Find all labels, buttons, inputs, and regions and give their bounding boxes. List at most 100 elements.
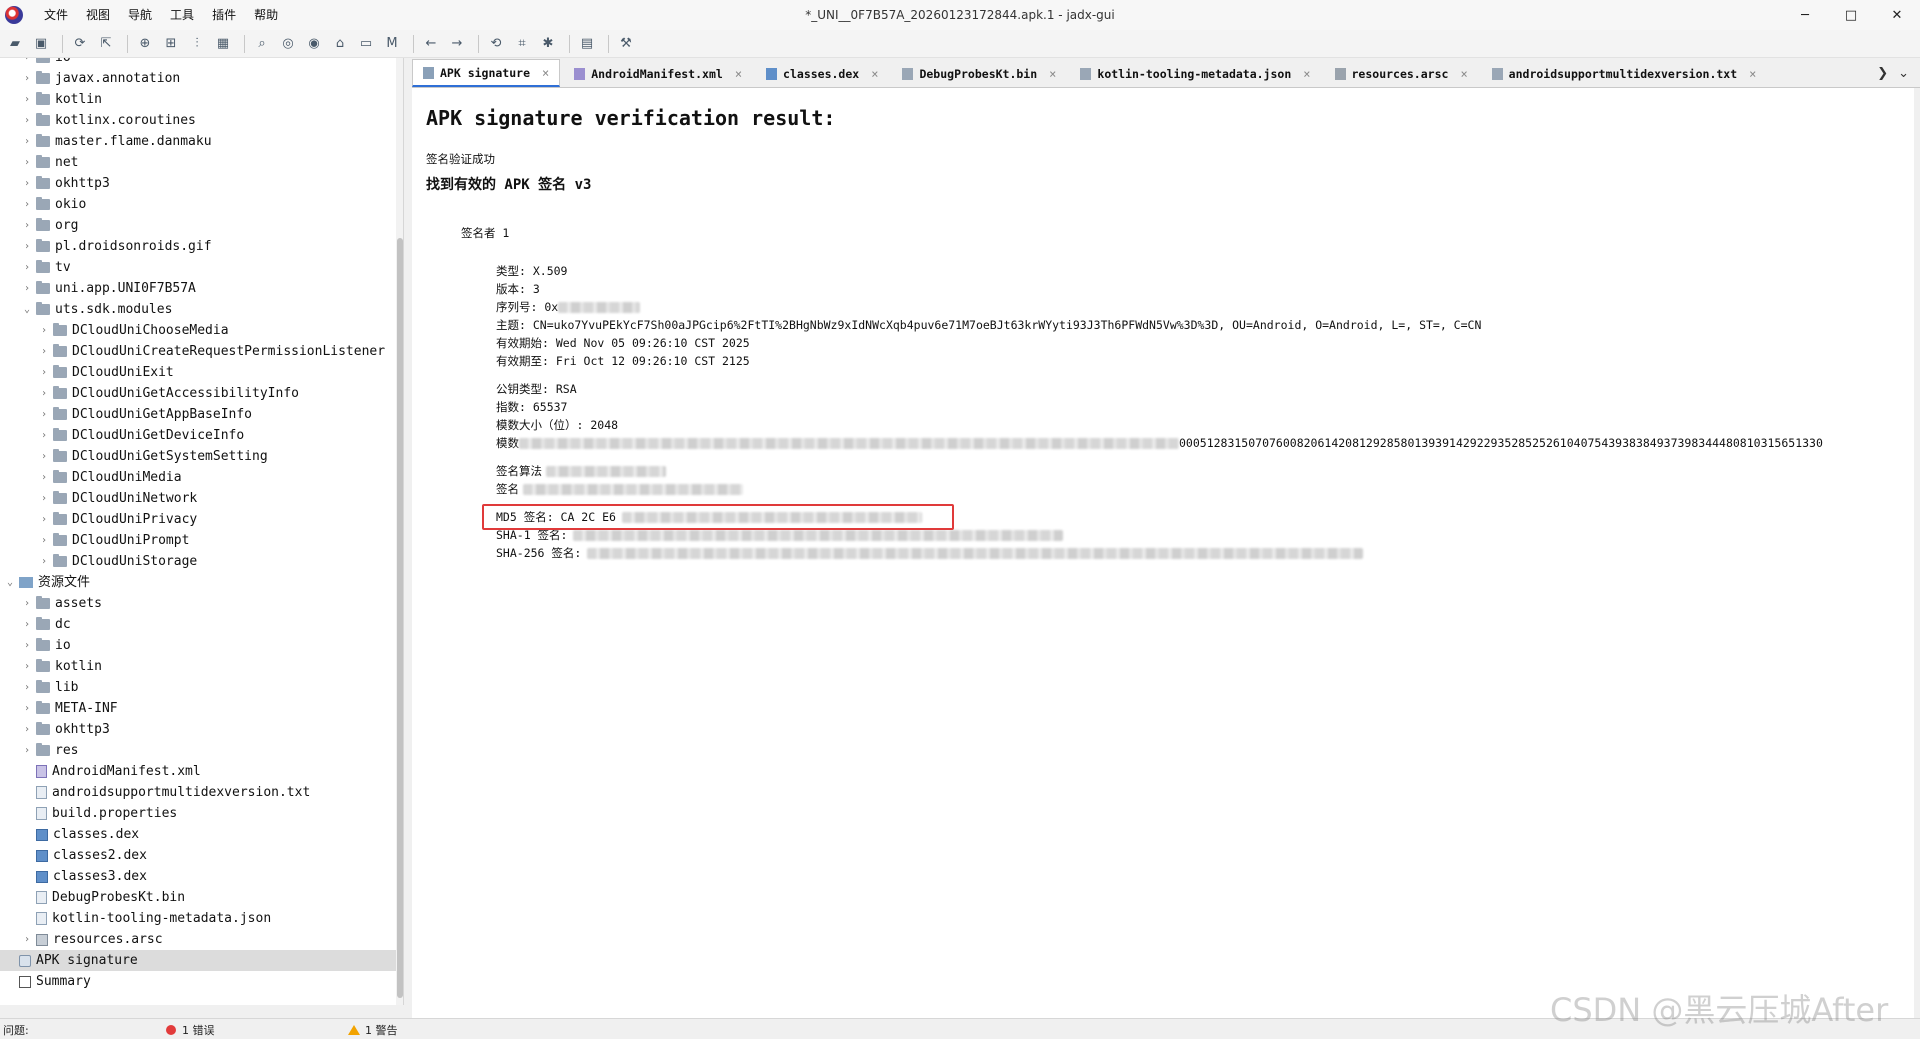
tree-item[interactable]: › DCloudUniMedia [0,467,396,488]
tree-scroll-thumb[interactable] [397,238,403,998]
editor-tab[interactable]: resources.arsc × [1325,61,1478,87]
log-icon[interactable]: ▭ [355,33,377,55]
tree-item[interactable]: › res [0,740,396,761]
tree-item[interactable]: › pl.droidsonroids.gif [0,236,396,257]
chevron-right-icon[interactable]: › [21,152,33,173]
add-icon[interactable]: ⊕ [134,33,156,55]
chevron-right-icon[interactable]: › [21,677,33,698]
tree-item[interactable]: › dc [0,614,396,635]
tree-item[interactable]: classes2.dex [0,845,396,866]
script-icon[interactable]: ▤ [576,33,598,55]
chevron-right-icon[interactable]: › [21,110,33,131]
tree-item[interactable]: › master.flame.danmaku [0,131,396,152]
editor-tab[interactable]: DebugProbesKt.bin × [892,61,1066,87]
minimize-button[interactable]: ─ [1782,0,1828,30]
decompile-icon[interactable]: ⟲ [485,33,507,55]
tree-item[interactable]: › DCloudUniStorage [0,551,396,572]
chevron-right-icon[interactable]: › [21,278,33,299]
chevron-right-icon[interactable]: › [21,68,33,89]
chevron-right-icon[interactable]: › [21,131,33,152]
editor-tab[interactable]: androidsupportmultidexversion.txt × [1482,61,1767,87]
menu-item[interactable]: 插件 [203,0,245,30]
m-icon[interactable]: M [381,33,403,55]
home-icon[interactable]: ⌂ [329,33,351,55]
tree-item[interactable]: › DCloudUniGetAccessibilityInfo [0,383,396,404]
chevron-right-icon[interactable]: › [21,740,33,761]
chevron-right-icon[interactable]: › [21,698,33,719]
tree-item[interactable]: › net [0,152,396,173]
tree-item[interactable]: › javax.annotation [0,68,396,89]
tree-item[interactable]: › org [0,215,396,236]
tab-close-icon[interactable]: × [871,67,878,81]
tab-close-icon[interactable]: × [542,66,549,80]
chevron-right-icon[interactable]: › [38,404,50,425]
tree-item[interactable]: › lib [0,677,396,698]
menu-item[interactable]: 导航 [119,0,161,30]
tree-item[interactable]: › DCloudUniCreateRequestPermissionListene… [0,341,396,362]
tab-list-chevron-down-icon[interactable]: ⌄ [1898,66,1909,81]
export-icon[interactable]: ⇱ [95,33,117,55]
tree-item[interactable]: › okio [0,194,396,215]
tree-item[interactable]: › kotlin [0,656,396,677]
chevron-right-icon[interactable]: › [21,58,33,68]
tree-item[interactable]: › io [0,58,396,68]
tree-item[interactable]: androidsupportmultidexversion.txt [0,782,396,803]
find-usage-icon[interactable]: ◉ [303,33,325,55]
chevron-right-icon[interactable]: › [38,509,50,530]
tree-item[interactable]: Summary [0,971,396,992]
tree-item[interactable]: › okhttp3 [0,719,396,740]
search-icon[interactable]: ⌕ [251,33,273,55]
chevron-right-icon[interactable]: › [21,257,33,278]
chevron-right-icon[interactable]: › [21,719,33,740]
tree-item[interactable]: › resources.arsc [0,929,396,950]
tree-item[interactable]: build.properties [0,803,396,824]
save-icon[interactable]: ▣ [30,33,52,55]
chevron-right-icon[interactable]: › [38,362,50,383]
tree-icon[interactable]: ⊞ [160,33,182,55]
chevron-right-icon[interactable]: › [38,488,50,509]
tree-item[interactable]: › DCloudUniGetDeviceInfo [0,425,396,446]
tree-item[interactable]: › tv [0,257,396,278]
maximize-button[interactable]: □ [1828,0,1874,30]
tab-close-icon[interactable]: × [1049,67,1056,81]
tab-scroll-right-icon[interactable]: ❯ [1877,66,1888,81]
chevron-right-icon[interactable]: › [21,656,33,677]
menu-item[interactable]: 工具 [161,0,203,30]
warnings-indicator[interactable]: 1 警告 [348,1022,398,1038]
tree-item[interactable]: › assets [0,593,396,614]
tree-item[interactable]: › DCloudUniPrivacy [0,509,396,530]
chevron-right-icon[interactable]: › [21,593,33,614]
menu-item[interactable]: 视图 [77,0,119,30]
tree-item[interactable]: › kotlinx.coroutines [0,110,396,131]
tab-close-icon[interactable]: × [1303,67,1310,81]
chevron-right-icon[interactable]: › [21,635,33,656]
tree-vertical-scrollbar[interactable] [396,58,403,1005]
tree-item[interactable]: kotlin-tooling-metadata.json [0,908,396,929]
editor-tab[interactable]: kotlin-tooling-metadata.json × [1070,61,1320,87]
chevron-right-icon[interactable]: › [21,236,33,257]
chevron-right-icon[interactable]: › [38,425,50,446]
tree-item[interactable]: › okhttp3 [0,173,396,194]
tree-item[interactable]: › DCloudUniGetSystemSetting [0,446,396,467]
debug-icon[interactable]: ✱ [537,33,559,55]
tree-item[interactable]: › DCloudUniExit [0,362,396,383]
chevron-right-icon[interactable]: › [21,929,33,950]
menu-item[interactable]: 文件 [35,0,77,30]
tree-item[interactable]: › DCloudUniGetAppBaseInfo [0,404,396,425]
chevron-right-icon[interactable]: › [38,320,50,341]
tree-item[interactable]: ⌄ uts.sdk.modules [0,299,396,320]
chevron-right-icon[interactable]: › [21,215,33,236]
tree-item[interactable]: › uni.app.UNI0F7B57A [0,278,396,299]
chevron-right-icon[interactable]: › [38,446,50,467]
sync-icon[interactable]: ⟳ [69,33,91,55]
chevron-right-icon[interactable]: › [38,467,50,488]
bookmark-icon[interactable]: ⌗ [511,33,533,55]
tab-close-icon[interactable]: × [735,67,742,81]
chevron-right-icon[interactable]: › [38,530,50,551]
menu-item[interactable]: 帮助 [245,0,287,30]
tree-item[interactable]: classes.dex [0,824,396,845]
tree-item[interactable]: classes3.dex [0,866,396,887]
panel-splitter[interactable] [404,58,412,1018]
back-icon[interactable]: ← [420,33,442,55]
editor-tab[interactable]: APK signature × [412,59,561,87]
